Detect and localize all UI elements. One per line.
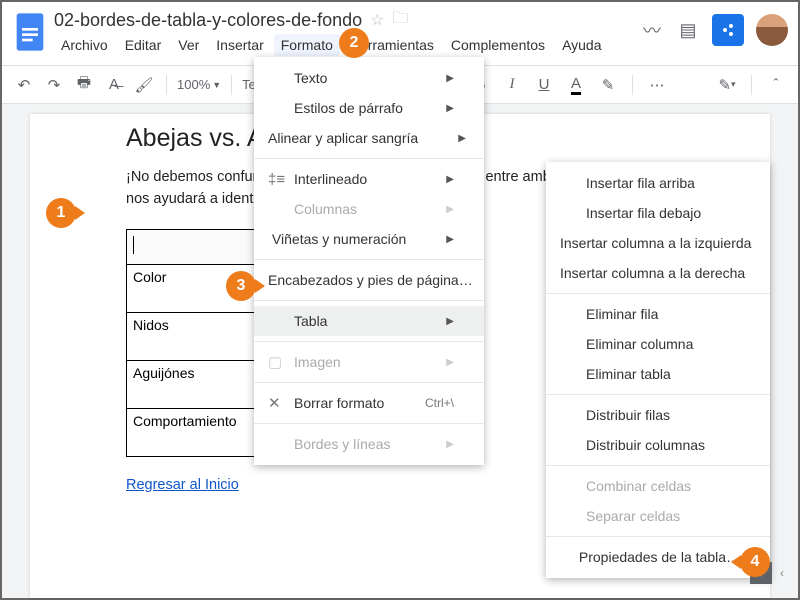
menu-item-bordes-y-líneas: Bordes y líneas▶ [254,429,484,459]
move-folder-icon[interactable]: 🗀 [393,7,409,34]
text-color-button[interactable]: A [564,73,588,97]
menu-item-texto[interactable]: Texto▶ [254,63,484,93]
submenu-item-insertar-fila-arriba[interactable]: Insertar fila arriba [546,168,770,198]
highlight-button[interactable]: ✎ [596,73,620,97]
submenu-item-combinar-celdas: Combinar celdas [546,471,770,501]
zoom-select[interactable]: 100% ▼ [177,77,221,92]
chevron-right-icon: ▶ [406,73,454,84]
return-link[interactable]: Regresar al Inicio [126,477,239,493]
spellcheck-button[interactable]: A̶ [102,73,126,97]
menu-ver[interactable]: Ver [171,34,206,56]
document-title[interactable]: 02-bordes-de-tabla-y-colores-de-fondo [54,10,362,31]
submenu-item-insertar-fila-debajo[interactable]: Insertar fila debajo [546,198,770,228]
redo-button[interactable]: ↷ [42,73,66,97]
paint-format-button[interactable]: 🖌 [132,73,156,97]
underline-button[interactable]: U [532,73,556,97]
star-icon[interactable]: ☆ [370,10,384,30]
chevron-right-icon: ▶ [406,174,454,185]
menu-item-estilos-de-párrafo[interactable]: Estilos de párrafo▶ [254,93,484,123]
menu-archivo[interactable]: Archivo [54,34,115,56]
menu-item-tabla[interactable]: Tabla▶ [254,306,484,336]
chevron-right-icon: ▶ [406,234,454,245]
submenu-item-distribuir-columnas[interactable]: Distribuir columnas [546,430,770,460]
comments-icon[interactable]: ▤ [676,18,700,42]
more-button[interactable]: ⋯ [645,73,669,97]
chevron-right-icon: ▶ [418,133,466,144]
format-dropdown: Texto▶Estilos de párrafo▶Alinear y aplic… [254,57,484,465]
share-button[interactable] [712,14,744,46]
submenu-item-eliminar-tabla[interactable]: Eliminar tabla [546,359,770,389]
header-actions: 〰 ▤ [640,8,788,46]
menu-item-viñetas-y-numeración[interactable]: Viñetas y numeración▶ [254,224,484,254]
menu-item-encabezados-y-pies-de-página-[interactable]: Encabezados y pies de página… [254,265,484,295]
menu-editar[interactable]: Editar [118,34,169,56]
submenu-item-eliminar-fila[interactable]: Eliminar fila [546,299,770,329]
menu-ayuda[interactable]: Ayuda [555,34,608,56]
side-panel-toggle[interactable]: ‹ [780,566,794,580]
menu-item-interlineado[interactable]: ‡≡Interlineado▶ [254,164,484,194]
submenu-item-insertar-columna-a-la-izquierda[interactable]: Insertar columna a la izquierda [546,228,770,258]
chevron-right-icon: ▶ [406,204,454,215]
italic-button[interactable]: I [500,73,524,97]
activity-icon[interactable]: 〰 [640,18,664,42]
chevron-right-icon: ▶ [406,316,454,327]
menu-item-alinear-y-aplicar-sangría[interactable]: Alinear y aplicar sangría▶ [254,123,484,153]
table-submenu: Insertar fila arribaInsertar fila debajo… [546,162,770,578]
callout-3: 3 [226,271,256,301]
docs-logo-icon[interactable] [12,8,48,56]
menu-item-columnas: Columnas▶ [254,194,484,224]
avatar[interactable] [756,14,788,46]
submenu-item-eliminar-columna[interactable]: Eliminar columna [546,329,770,359]
menu-formato[interactable]: Formato [274,34,340,56]
callout-1: 1 [46,198,76,228]
submenu-item-distribuir-filas[interactable]: Distribuir filas [546,400,770,430]
menu-complementos[interactable]: Complementos [444,34,552,56]
undo-button[interactable]: ↶ [12,73,36,97]
menu-item-borrar-formato[interactable]: ✕Borrar formatoCtrl+\ [254,388,484,418]
editing-mode-button[interactable]: ✎ ▾ [715,73,739,97]
chevron-right-icon: ▶ [406,439,454,450]
submenu-item-insertar-columna-a-la-derecha[interactable]: Insertar columna a la derecha [546,258,770,288]
callout-4: 4 [740,547,770,577]
submenu-item-separar-celdas: Separar celdas [546,501,770,531]
print-button[interactable]: 🖶 [72,73,96,97]
callout-2: 2 [339,28,369,58]
menu-insertar[interactable]: Insertar [209,34,270,56]
menu-item-imagen: ▢Imagen▶ [254,347,484,377]
chevron-right-icon: ▶ [406,357,454,368]
collapse-toolbar-button[interactable]: ˆ [764,73,788,97]
chevron-right-icon: ▶ [406,103,454,114]
